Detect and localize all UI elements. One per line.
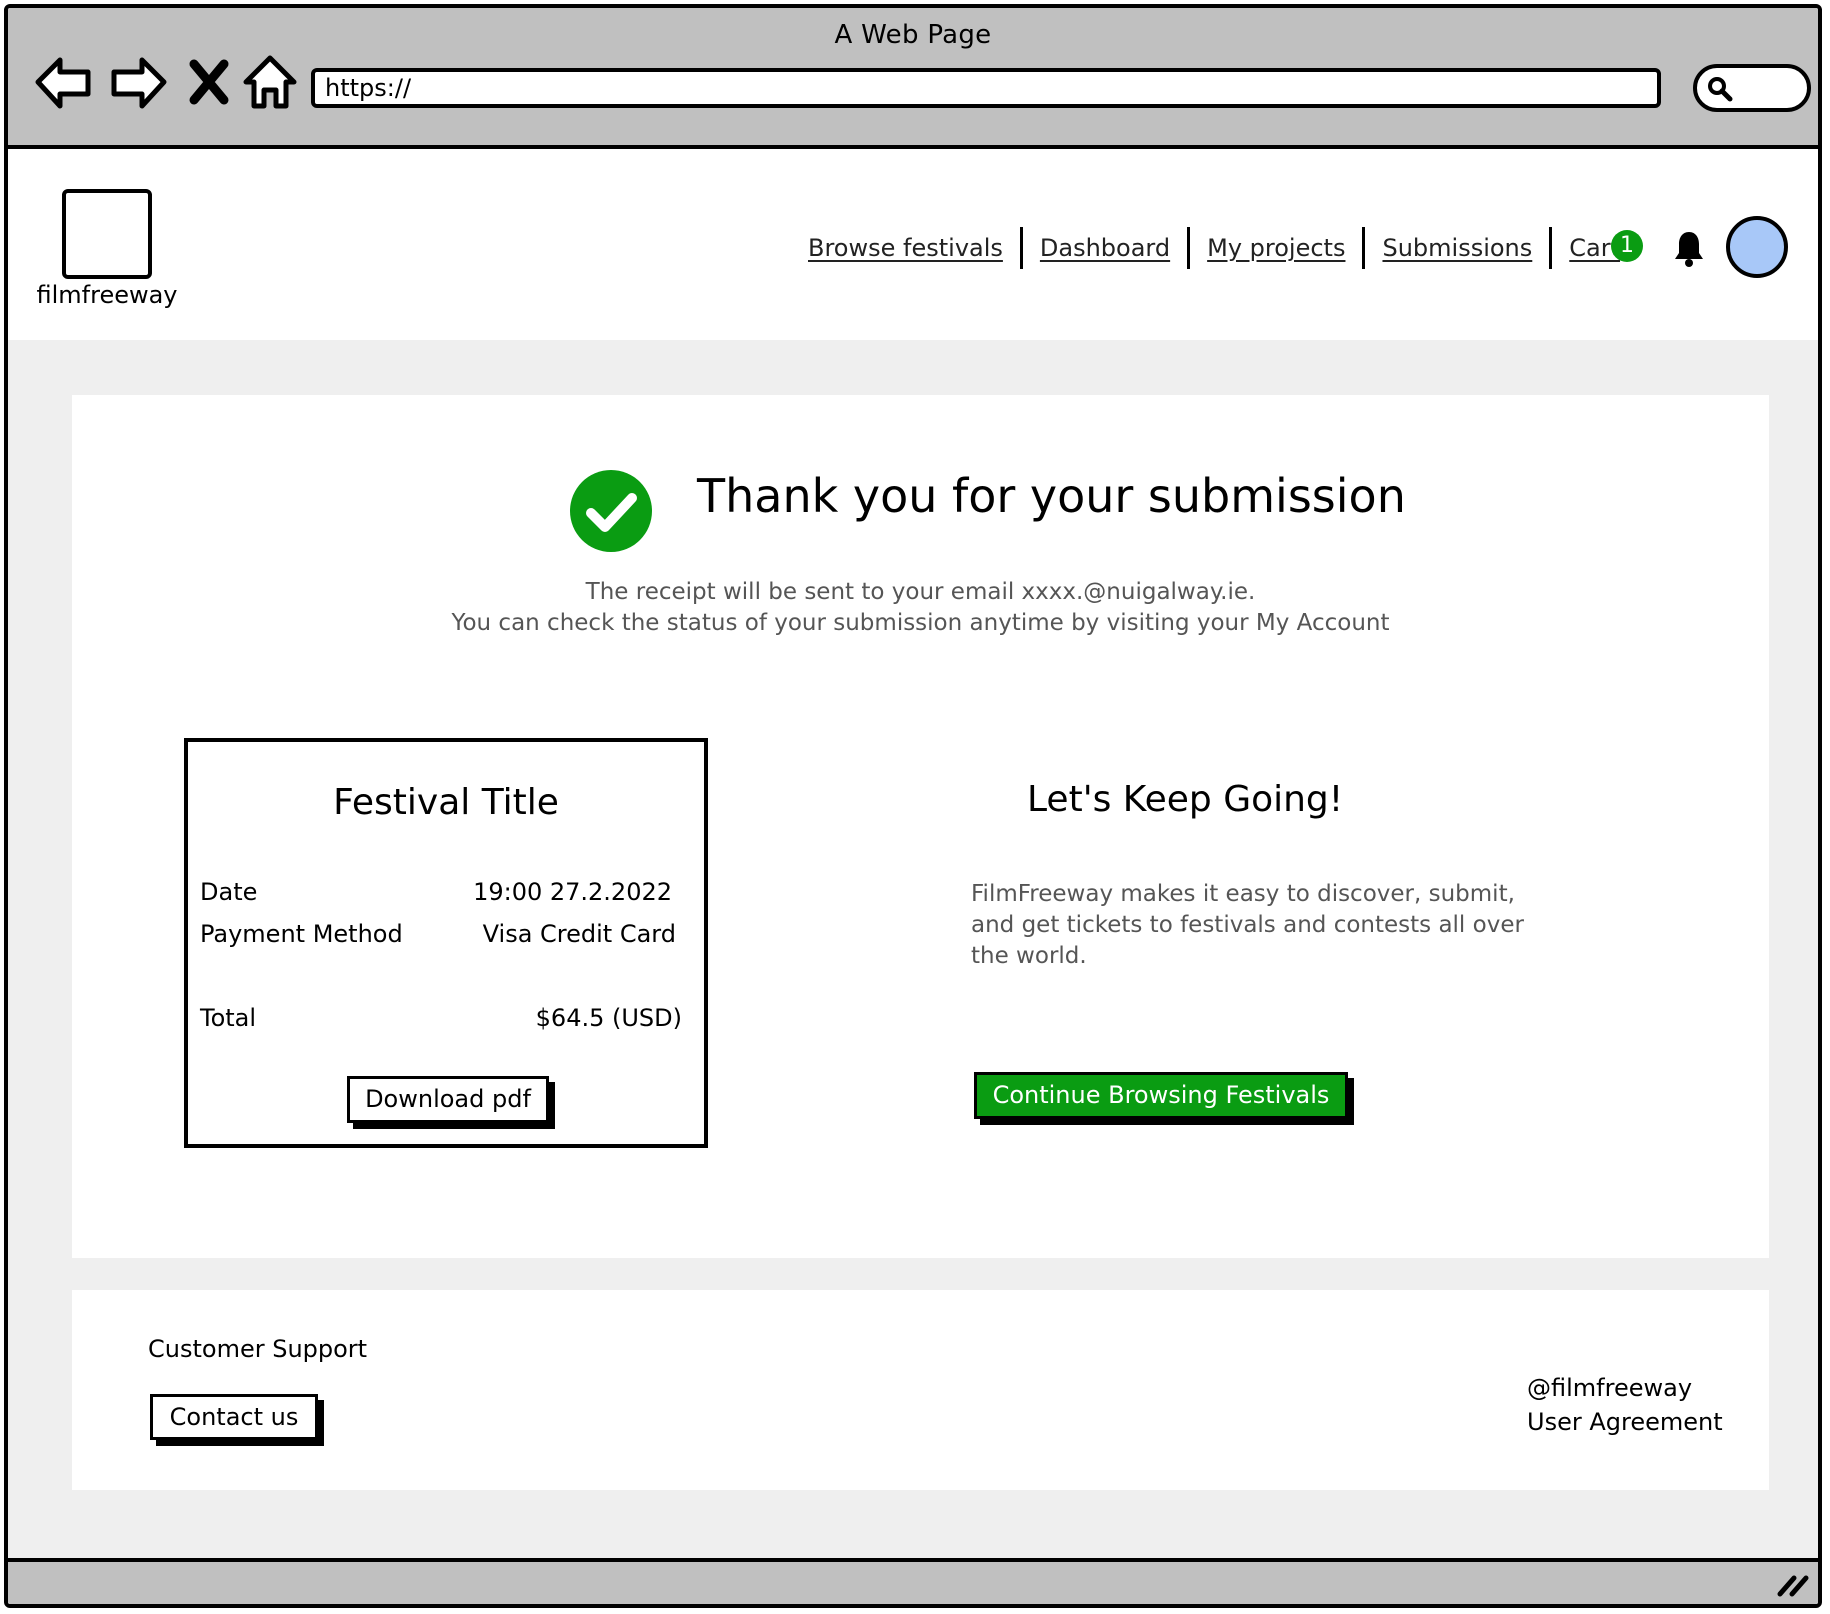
payment-method-label: Payment Method bbox=[200, 920, 403, 948]
nav-divider bbox=[1549, 227, 1553, 269]
status-notice: You can check the status of your submiss… bbox=[451, 610, 1390, 636]
main-nav: Browse festivals Dashboard My projects S… bbox=[808, 227, 1620, 269]
nav-divider bbox=[1019, 227, 1023, 269]
continue-browsing-button[interactable]: Continue Browsing Festivals bbox=[974, 1072, 1348, 1119]
social-handle-link[interactable]: @filmfreeway bbox=[1527, 1374, 1692, 1402]
total-label: Total bbox=[200, 1004, 257, 1032]
festival-title: Festival Title bbox=[333, 782, 559, 823]
browser-status-bar bbox=[8, 1558, 1818, 1604]
cart-count-badge: 1 bbox=[1611, 230, 1643, 262]
nav-my-projects[interactable]: My projects bbox=[1207, 234, 1345, 262]
browser-search[interactable] bbox=[1693, 64, 1811, 112]
back-arrow-icon[interactable] bbox=[34, 52, 94, 112]
check-circle-icon bbox=[570, 470, 652, 552]
logo[interactable] bbox=[62, 189, 152, 279]
confirmation-card: Thank you for your submission The receip… bbox=[72, 395, 1769, 1258]
date-label: Date bbox=[200, 878, 258, 906]
receipt-email-notice: The receipt will be sent to your email x… bbox=[585, 579, 1256, 605]
nav-browse-festivals[interactable]: Browse festivals bbox=[808, 234, 1003, 262]
avatar[interactable] bbox=[1726, 216, 1788, 278]
total-value: $64.5 (USD) bbox=[535, 1004, 682, 1032]
confirmation-headline: Thank you for your submission bbox=[697, 469, 1406, 523]
logo-text: filmfreeway bbox=[36, 281, 178, 309]
close-icon[interactable] bbox=[180, 52, 240, 112]
site-header: filmfreeway Browse festivals Dashboard M… bbox=[8, 149, 1818, 340]
nav-submissions[interactable]: Submissions bbox=[1382, 234, 1532, 262]
bell-icon[interactable] bbox=[1672, 229, 1706, 269]
footer: Customer Support Contact us @filmfreeway… bbox=[72, 1290, 1769, 1490]
forward-arrow-icon[interactable] bbox=[108, 52, 168, 112]
contact-us-button[interactable]: Contact us bbox=[150, 1394, 318, 1440]
browser-toolbar: A Web Page https:// bbox=[8, 8, 1818, 149]
nav-divider bbox=[1187, 227, 1191, 269]
payment-method-value: Visa Credit Card bbox=[482, 920, 676, 948]
resize-grip-icon[interactable] bbox=[1776, 1572, 1810, 1598]
keep-going-description: FilmFreeway makes it easy to discover, s… bbox=[971, 881, 1524, 969]
nav-divider bbox=[1362, 227, 1366, 269]
search-icon bbox=[1708, 77, 1733, 102]
user-agreement-link[interactable]: User Agreement bbox=[1527, 1408, 1723, 1436]
browser-window: A Web Page https:// filmfreeway Browse f… bbox=[4, 4, 1822, 1608]
download-pdf-button[interactable]: Download pdf bbox=[347, 1076, 549, 1123]
receipt-card: Festival Title Date 19:00 27.2.2022 Paym… bbox=[184, 738, 708, 1148]
keep-going-title: Let's Keep Going! bbox=[1027, 779, 1344, 820]
nav-dashboard[interactable]: Dashboard bbox=[1040, 234, 1170, 262]
date-value: 19:00 27.2.2022 bbox=[473, 878, 672, 906]
url-bar[interactable]: https:// bbox=[311, 68, 1661, 108]
window-title: A Web Page bbox=[834, 20, 992, 50]
home-icon[interactable] bbox=[240, 52, 300, 112]
customer-support-label: Customer Support bbox=[148, 1335, 368, 1363]
